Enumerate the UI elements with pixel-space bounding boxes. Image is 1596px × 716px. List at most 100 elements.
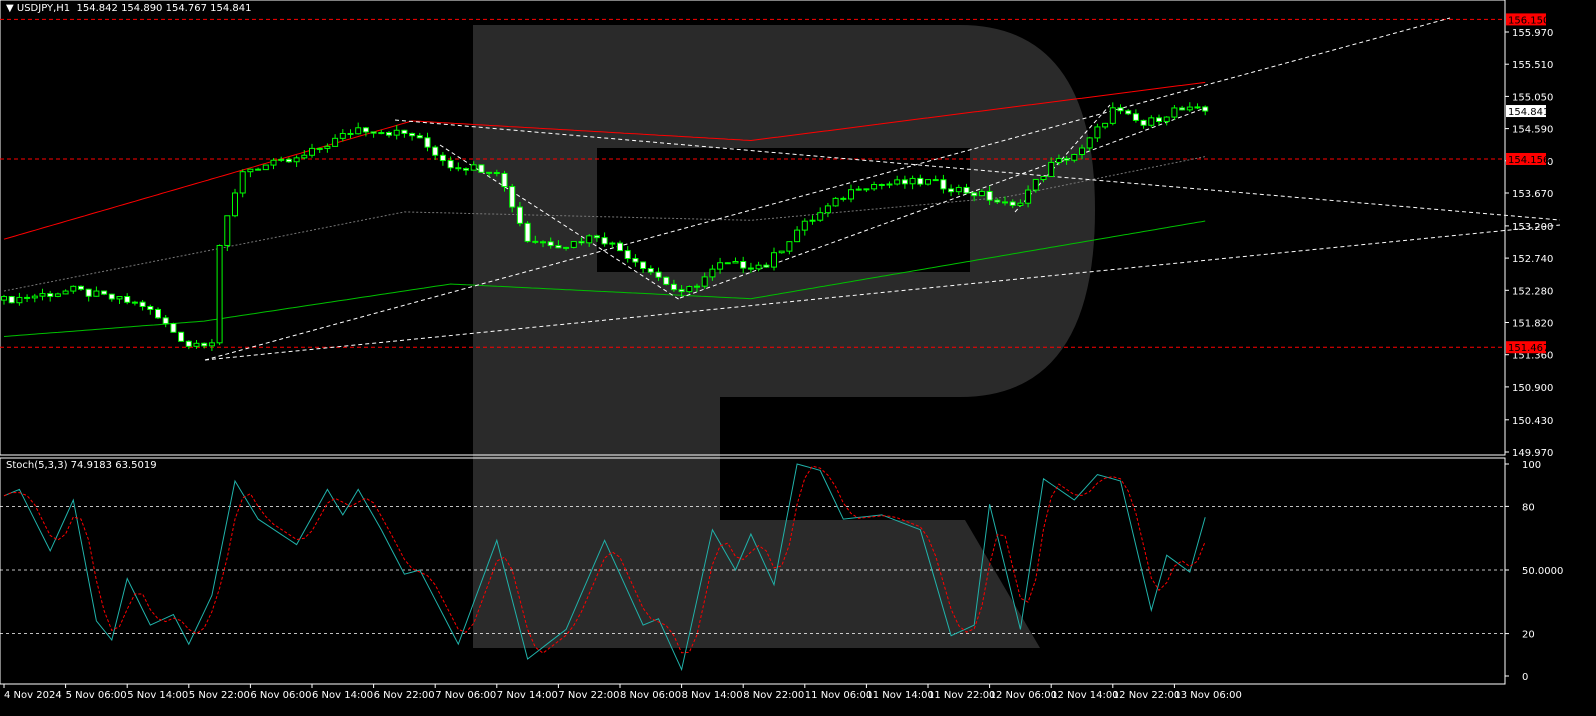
candle-body <box>470 164 477 171</box>
candle <box>932 175 939 182</box>
candle-body <box>940 179 947 190</box>
candle-body <box>632 258 639 263</box>
candle-body <box>778 250 785 254</box>
candle-body <box>901 179 908 185</box>
candle-body <box>193 342 200 347</box>
candle-body <box>1 296 7 301</box>
candle <box>640 261 647 273</box>
candle-body <box>694 285 700 288</box>
candle-body <box>863 188 870 191</box>
candle-body <box>1194 106 1201 109</box>
candle-body <box>1079 147 1085 155</box>
candle-body <box>1009 201 1016 206</box>
candle <box>948 184 955 197</box>
candle-body <box>871 184 878 190</box>
candle-body <box>1002 201 1008 204</box>
candle <box>809 215 816 225</box>
candle <box>178 331 185 342</box>
x-tick-label: 5 Nov 14:00 <box>127 690 188 701</box>
candle-body <box>771 252 777 268</box>
candle <box>724 262 731 265</box>
candle-body <box>255 168 262 171</box>
candle-body <box>786 241 793 252</box>
candle <box>424 132 431 152</box>
ohlc-values: 154.842 154.890 154.767 154.841 <box>76 3 252 14</box>
candle-body <box>747 267 754 270</box>
y-tick-label: 154.590 <box>1512 125 1553 136</box>
stoch-name: Stoch(5,3,3) <box>6 460 68 471</box>
x-tick-label: 7 Nov 14:00 <box>497 690 558 701</box>
candle <box>848 184 854 203</box>
candle <box>255 167 262 171</box>
x-tick-label: 6 Nov 22:00 <box>374 690 435 701</box>
candle <box>316 147 323 153</box>
x-tick-label: 11 Nov 06:00 <box>805 690 872 701</box>
candle-body <box>8 296 15 304</box>
candle <box>1109 102 1116 126</box>
candle <box>1125 109 1132 116</box>
candle <box>817 207 824 222</box>
candle <box>955 184 962 196</box>
candle-body <box>108 293 115 300</box>
candle-body <box>855 188 862 191</box>
candle <box>1117 104 1124 115</box>
x-tick-label: 11 Nov 22:00 <box>928 690 995 701</box>
candle <box>1202 105 1209 116</box>
candle-body <box>293 157 300 163</box>
candle-body <box>170 323 177 333</box>
candle-body <box>578 241 585 244</box>
candle <box>147 304 154 315</box>
candle-body <box>609 242 616 245</box>
candle-body <box>439 154 446 162</box>
stoch-y-tick-label: 50.0000 <box>1522 566 1563 577</box>
candle-body <box>201 342 208 347</box>
candle-body <box>301 154 308 159</box>
candle <box>794 226 801 243</box>
candle-body <box>1071 153 1078 161</box>
candle-body <box>486 171 493 174</box>
candle-body <box>478 164 485 173</box>
candle <box>24 294 31 303</box>
x-tick-label: 13 Nov 06:00 <box>1174 690 1241 701</box>
candle-body <box>378 132 385 135</box>
candle-body <box>432 146 439 156</box>
candle-body <box>640 261 647 270</box>
candle-body <box>986 190 993 201</box>
candle-body <box>270 159 277 166</box>
x-tick-label: 12 Nov 14:00 <box>1051 690 1118 701</box>
candle-body <box>1102 122 1109 128</box>
candle <box>463 167 469 176</box>
candle-body <box>386 132 392 136</box>
candle-body <box>1163 116 1170 122</box>
candle-body <box>1202 106 1209 112</box>
candle-body <box>493 172 500 175</box>
stoch-y-tick-label: 80 <box>1522 502 1535 513</box>
candle-body <box>1048 161 1055 178</box>
candle <box>1132 109 1139 123</box>
candle-body <box>78 285 84 290</box>
candle <box>1 294 7 305</box>
candle-body <box>740 261 747 269</box>
price-chart[interactable]: 155.970155.510155.050154.590154.130153.6… <box>0 0 1596 716</box>
candle-body <box>1171 107 1178 118</box>
candle <box>116 296 123 304</box>
candle <box>386 131 392 138</box>
candle-body <box>801 220 808 231</box>
candle <box>347 129 354 139</box>
candle-body <box>309 147 315 156</box>
candle-body <box>124 296 131 303</box>
candle-body <box>131 301 138 304</box>
y-tick-label: 149.970 <box>1512 448 1553 459</box>
x-tick-label: 11 Nov 14:00 <box>866 690 933 701</box>
candle <box>963 183 970 195</box>
candle-body <box>1140 119 1147 126</box>
candle-body <box>563 246 570 249</box>
candle <box>93 286 100 297</box>
candle-body <box>62 290 69 295</box>
candle-body <box>316 147 323 150</box>
candle <box>886 181 893 189</box>
candle <box>124 293 131 305</box>
candle <box>332 134 339 147</box>
candle-body <box>31 295 38 299</box>
candle-body <box>524 222 531 242</box>
